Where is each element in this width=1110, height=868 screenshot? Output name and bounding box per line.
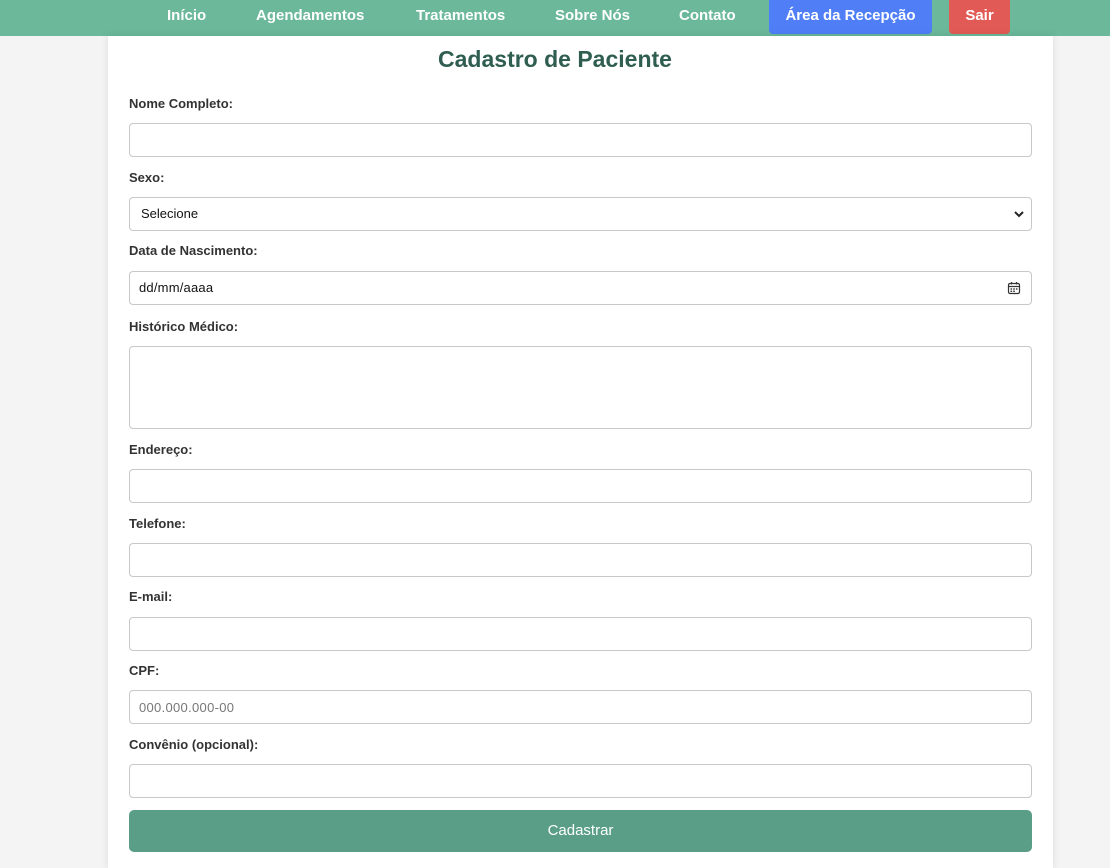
nav-link-inicio[interactable]: Início	[167, 0, 206, 34]
insurance-label: Convênio (opcional):	[129, 737, 259, 752]
nav-link-agendamentos[interactable]: Agendamentos	[256, 0, 364, 34]
chevron-down-icon	[1014, 211, 1024, 218]
birth-date-label: Data de Nascimento:	[129, 243, 258, 258]
email-label: E-mail:	[129, 589, 173, 604]
nav-link-tratamentos[interactable]: Tratamentos	[416, 0, 505, 34]
phone-input[interactable]	[129, 543, 1032, 577]
nav-link-sobre-nos[interactable]: Sobre Nós	[555, 0, 630, 34]
insurance-input[interactable]	[129, 764, 1032, 798]
phone-label: Telefone:	[129, 516, 186, 531]
page-title: Cadastro de Paciente	[438, 46, 672, 72]
nav-link-contato[interactable]: Contato	[679, 0, 736, 34]
birth-date-input[interactable]: dd/mm/aaaa	[129, 271, 1032, 305]
email-input[interactable]	[129, 617, 1032, 651]
calendar-icon[interactable]	[1007, 281, 1021, 295]
medical-history-textarea[interactable]	[129, 346, 1032, 429]
cpf-label: CPF:	[129, 663, 160, 678]
register-button[interactable]: Cadastrar	[129, 810, 1032, 852]
sex-select-value: Selecione	[141, 206, 199, 221]
reception-area-button[interactable]: Área da Recepção	[769, 0, 932, 34]
full-name-input[interactable]	[129, 123, 1032, 157]
cpf-input[interactable]	[129, 690, 1032, 724]
name-label: Nome Completo:	[129, 96, 233, 111]
logout-button[interactable]: Sair	[949, 0, 1010, 34]
sex-label: Sexo:	[129, 170, 165, 185]
top-navbar: Início Agendamentos Tratamentos Sobre Nó…	[0, 0, 1110, 36]
address-label: Endereço:	[129, 442, 193, 457]
address-input[interactable]	[129, 469, 1032, 503]
sex-select[interactable]: Selecione	[129, 197, 1032, 231]
birth-date-value: dd/mm/aaaa	[139, 280, 214, 295]
medical-history-label: Histórico Médico:	[129, 319, 239, 334]
